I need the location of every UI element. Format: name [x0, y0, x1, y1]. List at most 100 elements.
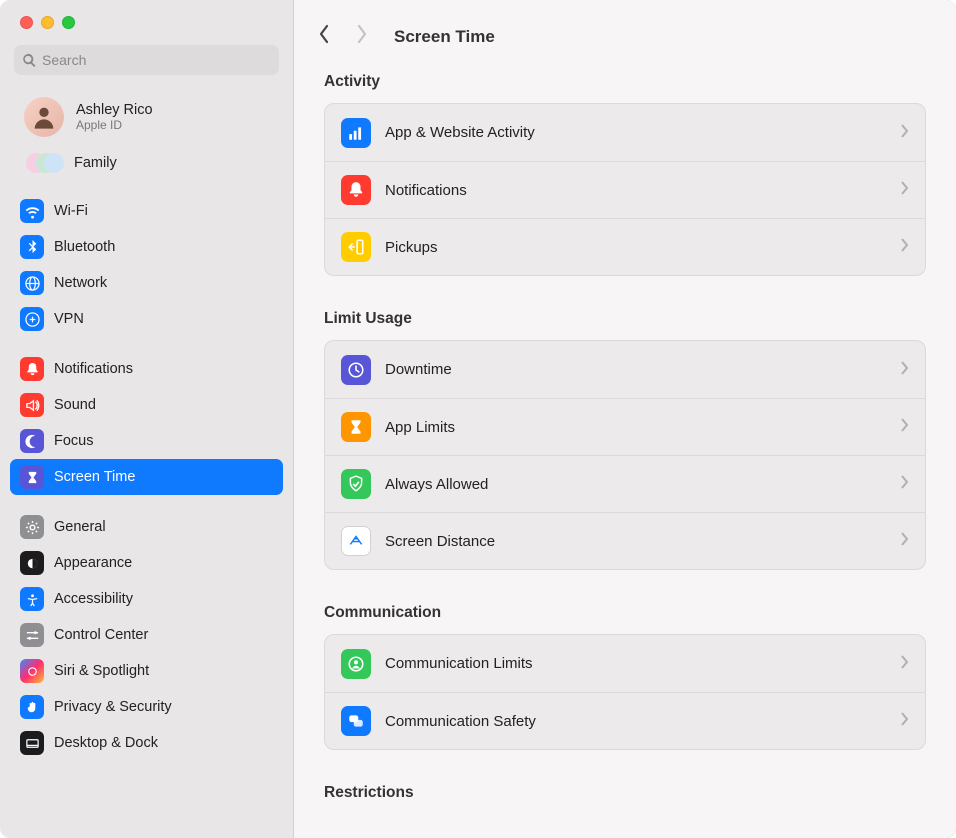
chevron-right-icon — [900, 475, 909, 493]
sidebar-item-label: Network — [54, 275, 107, 291]
sidebar-item-label: Privacy & Security — [54, 699, 172, 715]
hourglass-icon — [20, 465, 44, 489]
section-title: Restrictions — [324, 784, 926, 802]
sidebar-group-connectivity: Wi-Fi Bluetooth Network VPN — [0, 193, 293, 337]
sidebar-item-label: VPN — [54, 311, 84, 327]
hand-icon — [20, 695, 44, 719]
search-field[interactable] — [14, 45, 279, 75]
sidebar-item-label: Sound — [54, 397, 96, 413]
sidebar-item-bluetooth[interactable]: Bluetooth — [10, 229, 283, 265]
chevron-right-icon — [900, 655, 909, 673]
row-label: Communication Limits — [385, 655, 886, 672]
sidebar-item-desktop-dock[interactable]: Desktop & Dock — [10, 725, 283, 761]
sidebar-item-label: Control Center — [54, 627, 148, 643]
sidebar-item-vpn[interactable]: VPN — [10, 301, 283, 337]
sidebar-item-focus[interactable]: Focus — [10, 423, 283, 459]
clock-icon — [341, 355, 371, 385]
chevron-right-icon — [900, 418, 909, 436]
row-notifications-activity[interactable]: Notifications — [325, 161, 925, 218]
moon-icon — [20, 429, 44, 453]
main-content: Screen Time Activity App & Website Activ… — [294, 0, 956, 838]
globe-icon — [20, 271, 44, 295]
avatar — [24, 97, 64, 137]
sidebar-item-label: Appearance — [54, 555, 132, 571]
row-label: App & Website Activity — [385, 124, 886, 141]
row-app-website-activity[interactable]: App & Website Activity — [325, 104, 925, 161]
hourglass-icon — [341, 412, 371, 442]
account-name: Ashley Rico — [76, 102, 153, 118]
sidebar-item-label: Notifications — [54, 361, 133, 377]
section-title: Activity — [324, 73, 926, 91]
sidebar-item-label: Screen Time — [54, 469, 135, 485]
sidebar-item-label: Accessibility — [54, 591, 133, 607]
family-label: Family — [74, 155, 117, 171]
row-communication-limits[interactable]: Communication Limits — [325, 635, 925, 692]
row-downtime[interactable]: Downtime — [325, 341, 925, 398]
sidebar-item-label: Focus — [54, 433, 94, 449]
row-app-limits[interactable]: App Limits — [325, 398, 925, 455]
chart-icon — [341, 118, 371, 148]
chevron-right-icon — [900, 361, 909, 379]
bell-icon — [20, 357, 44, 381]
sidebar-item-wifi[interactable]: Wi-Fi — [10, 193, 283, 229]
sidebar-item-siri-spotlight[interactable]: Siri & Spotlight — [10, 653, 283, 689]
row-pickups[interactable]: Pickups — [325, 218, 925, 275]
search-icon — [22, 53, 37, 68]
row-label: App Limits — [385, 419, 886, 436]
gear-icon — [20, 515, 44, 539]
close-window-button[interactable] — [20, 16, 33, 29]
sidebar-item-sound[interactable]: Sound — [10, 387, 283, 423]
section-communication: Communication Communication Limits Commu… — [294, 594, 956, 756]
family-icon — [26, 151, 62, 175]
sidebar-item-privacy-security[interactable]: Privacy & Security — [10, 689, 283, 725]
sidebar-group-alerts: Notifications Sound Focus Screen Time — [0, 351, 293, 495]
sidebar: Ashley Rico Apple ID Family Wi-Fi Blueto… — [0, 0, 294, 838]
row-label: Downtime — [385, 361, 886, 378]
distance-icon — [341, 526, 371, 556]
back-button[interactable] — [316, 24, 332, 49]
dock-icon — [20, 731, 44, 755]
accessibility-icon — [20, 587, 44, 611]
chevron-right-icon — [900, 532, 909, 550]
section-restrictions: Restrictions — [294, 774, 956, 820]
sidebar-item-label: Desktop & Dock — [54, 735, 158, 751]
minimize-window-button[interactable] — [41, 16, 54, 29]
appearance-icon — [20, 551, 44, 575]
check-shield-icon — [341, 469, 371, 499]
sidebar-item-network[interactable]: Network — [10, 265, 283, 301]
bell-icon — [341, 175, 371, 205]
account-sub: Apple ID — [76, 118, 153, 132]
sidebar-item-appearance[interactable]: Appearance — [10, 545, 283, 581]
sidebar-item-control-center[interactable]: Control Center — [10, 617, 283, 653]
sidebar-item-label: Wi-Fi — [54, 203, 88, 219]
family-row[interactable]: Family — [0, 145, 293, 187]
speaker-icon — [20, 393, 44, 417]
row-screen-distance[interactable]: Screen Distance — [325, 512, 925, 569]
section-title: Limit Usage — [324, 310, 926, 328]
row-always-allowed[interactable]: Always Allowed — [325, 455, 925, 512]
sidebar-item-label: General — [54, 519, 106, 535]
page-title: Screen Time — [394, 27, 495, 47]
sidebar-item-screen-time[interactable]: Screen Time — [10, 459, 283, 495]
search-input[interactable] — [42, 52, 271, 68]
sidebar-group-system: General Appearance Accessibility Control… — [0, 509, 293, 761]
fullscreen-window-button[interactable] — [62, 16, 75, 29]
pickup-icon — [341, 232, 371, 262]
forward-button[interactable] — [354, 24, 370, 49]
card-communication: Communication Limits Communication Safet… — [324, 634, 926, 750]
sidebar-item-notifications[interactable]: Notifications — [10, 351, 283, 387]
row-label: Communication Safety — [385, 713, 886, 730]
row-label: Screen Distance — [385, 533, 886, 550]
wifi-icon — [20, 199, 44, 223]
chat-bubbles-icon — [341, 706, 371, 736]
sidebar-item-general[interactable]: General — [10, 509, 283, 545]
apple-id-row[interactable]: Ashley Rico Apple ID — [0, 87, 293, 145]
sidebar-item-accessibility[interactable]: Accessibility — [10, 581, 283, 617]
sidebar-item-label: Siri & Spotlight — [54, 663, 149, 679]
siri-icon — [20, 659, 44, 683]
row-communication-safety[interactable]: Communication Safety — [325, 692, 925, 749]
window-controls — [0, 0, 293, 41]
chevron-right-icon — [900, 181, 909, 199]
content-header: Screen Time — [294, 0, 956, 63]
sidebar-item-label: Bluetooth — [54, 239, 115, 255]
